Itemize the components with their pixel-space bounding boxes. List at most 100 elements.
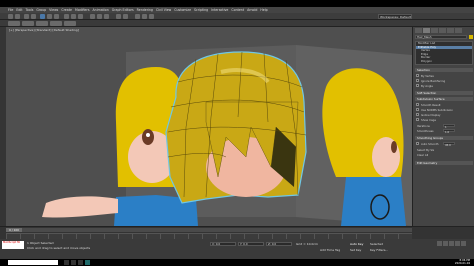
viewport-label[interactable]: [+] [Perspective] [Standard] [Default Sh… (9, 28, 79, 32)
x-coordinate[interactable]: X: 0.0 (210, 242, 236, 246)
angle-snap-icon[interactable] (97, 14, 102, 19)
mirror-icon[interactable] (116, 14, 121, 19)
hierarchy-tab-icon[interactable] (431, 28, 438, 33)
smooth-result-checkbox[interactable] (416, 103, 419, 106)
material-editor-icon[interactable] (135, 14, 140, 19)
isoline-display-checkbox[interactable] (416, 113, 419, 116)
unlink-icon[interactable] (31, 14, 36, 19)
time-slider-knob[interactable]: 0 / 100 (6, 228, 22, 232)
object-paint-tab[interactable] (50, 21, 62, 26)
subdivision-rollout[interactable]: Subdivision Surface (415, 97, 473, 101)
z-coordinate[interactable]: Z: 0.0 (266, 242, 292, 246)
freeform-tab[interactable] (22, 21, 34, 26)
menu-edit[interactable]: Edit (16, 8, 22, 12)
previous-frame-icon[interactable] (443, 241, 448, 246)
go-to-end-icon[interactable] (461, 241, 466, 246)
browser-icon[interactable] (78, 260, 83, 265)
menu-tools[interactable]: Tools (26, 8, 34, 12)
render-setup-icon[interactable] (142, 14, 147, 19)
selected-dropdown[interactable]: Selected (370, 242, 383, 246)
render-icon[interactable] (149, 14, 154, 19)
select-by-sg-button[interactable]: Select By SG (417, 148, 434, 152)
select-by-name-icon[interactable] (47, 14, 52, 19)
clear-all-button[interactable]: Clear All (417, 153, 428, 157)
utilities-tab-icon[interactable] (455, 28, 462, 33)
menu-create[interactable]: Create (61, 8, 72, 12)
smoothness-value: 1.0 (445, 131, 450, 134)
show-cage-checkbox[interactable] (416, 118, 419, 121)
display-tab-icon[interactable] (447, 28, 454, 33)
menu-rendering[interactable]: Rendering (137, 8, 153, 12)
ignore-backfacing-label: Ignore Backfacing (421, 79, 446, 83)
rotate-icon[interactable] (71, 14, 76, 19)
populate-tab[interactable] (64, 21, 76, 26)
menu-graph-editors[interactable]: Graph Editors (112, 8, 134, 12)
selection-rollout[interactable]: Selection (415, 68, 473, 72)
task-view-icon[interactable] (64, 260, 69, 265)
modifier-stack[interactable]: Modifier List Editable Poly Vertex Edge … (415, 41, 473, 65)
modeling-tab[interactable] (8, 21, 20, 26)
menu-animation[interactable]: Animation (93, 8, 109, 12)
percent-snap-icon[interactable] (104, 14, 109, 19)
front-arm-reference (42, 196, 118, 218)
selection-status: 1 Object Selected (27, 241, 54, 245)
by-vertex-checkbox[interactable] (416, 74, 419, 77)
play-icon[interactable] (449, 241, 454, 246)
workspace-dropdown[interactable]: Workspaces: Default (378, 14, 412, 19)
prompt-line: Click and drag to select and move object… (27, 246, 91, 250)
menu-views[interactable]: Views (49, 8, 58, 12)
undo-icon[interactable] (8, 14, 13, 19)
menu-content[interactable]: Content (231, 8, 244, 12)
auto-key-button[interactable]: Auto Key (350, 242, 363, 246)
menu-arnold[interactable]: Arnold (247, 8, 257, 12)
auto-smooth-checkbox[interactable] (416, 142, 419, 145)
set-key-button[interactable]: Set Key (350, 248, 361, 252)
smoothing-groups-rollout[interactable]: Smoothing Groups (415, 136, 473, 140)
stack-item-polygon[interactable]: Polygon (416, 59, 472, 64)
time-slider[interactable]: 0 / 100 (6, 228, 412, 232)
motion-tab-icon[interactable] (439, 28, 446, 33)
key-filters-button[interactable]: Key Filters... (370, 248, 388, 252)
3dsmax-taskbar-icon[interactable] (85, 260, 90, 265)
menu-civil-view[interactable]: Civil View (156, 8, 171, 12)
object-color-swatch[interactable] (469, 35, 473, 39)
next-frame-icon[interactable] (455, 241, 460, 246)
by-angle-label: By Angle (421, 84, 433, 88)
modify-tab-icon[interactable] (423, 28, 430, 33)
menu-help[interactable]: Help (260, 8, 267, 12)
auto-smooth-spinner[interactable]: 45.0 (443, 142, 455, 147)
use-nurms-checkbox[interactable] (416, 108, 419, 111)
snap-icon[interactable] (90, 14, 95, 19)
redo-icon[interactable] (15, 14, 20, 19)
object-name-field[interactable]: Hair_Mesh (415, 35, 467, 39)
create-tab-icon[interactable] (415, 28, 422, 33)
menu-file[interactable]: File (8, 8, 13, 12)
selection-tab[interactable] (36, 21, 48, 26)
y-coordinate[interactable]: Y: 0.0 (238, 242, 264, 246)
scale-icon[interactable] (78, 14, 83, 19)
menu-scripting[interactable]: Scripting (194, 8, 208, 12)
maxscript-listener[interactable]: MAXScript Mi (2, 241, 24, 249)
add-time-tag-button[interactable]: Add Time Tag (320, 248, 340, 252)
select-object-icon[interactable] (40, 14, 45, 19)
edit-geometry-rollout[interactable]: Edit Geometry (415, 161, 473, 165)
perspective-viewport[interactable]: [+] [Perspective] [Standard] [Default Sh… (6, 27, 412, 226)
soft-selection-rollout[interactable]: Soft Selection (415, 91, 473, 95)
move-icon[interactable] (64, 14, 69, 19)
link-icon[interactable] (24, 14, 29, 19)
smoothness-spinner[interactable]: 1.0 (443, 129, 455, 134)
iterations-spinner[interactable]: 1 (443, 124, 455, 129)
go-to-start-icon[interactable] (437, 241, 442, 246)
menu-customize[interactable]: Customize (174, 8, 191, 12)
command-panel-tabs (415, 28, 462, 33)
menu-modifiers[interactable]: Modifiers (75, 8, 90, 12)
menu-interactive[interactable]: Interactive (211, 8, 228, 12)
taskbar-search-box[interactable] (8, 260, 58, 265)
taskbar-clock[interactable]: 8:06 PM 2020-01-04 (455, 259, 470, 266)
menu-group[interactable]: Group (36, 8, 46, 12)
align-icon[interactable] (123, 14, 128, 19)
explorer-icon[interactable] (71, 260, 76, 265)
ignore-backfacing-checkbox[interactable] (416, 79, 419, 82)
by-angle-checkbox[interactable] (416, 84, 419, 87)
selection-region-icon[interactable] (54, 14, 59, 19)
